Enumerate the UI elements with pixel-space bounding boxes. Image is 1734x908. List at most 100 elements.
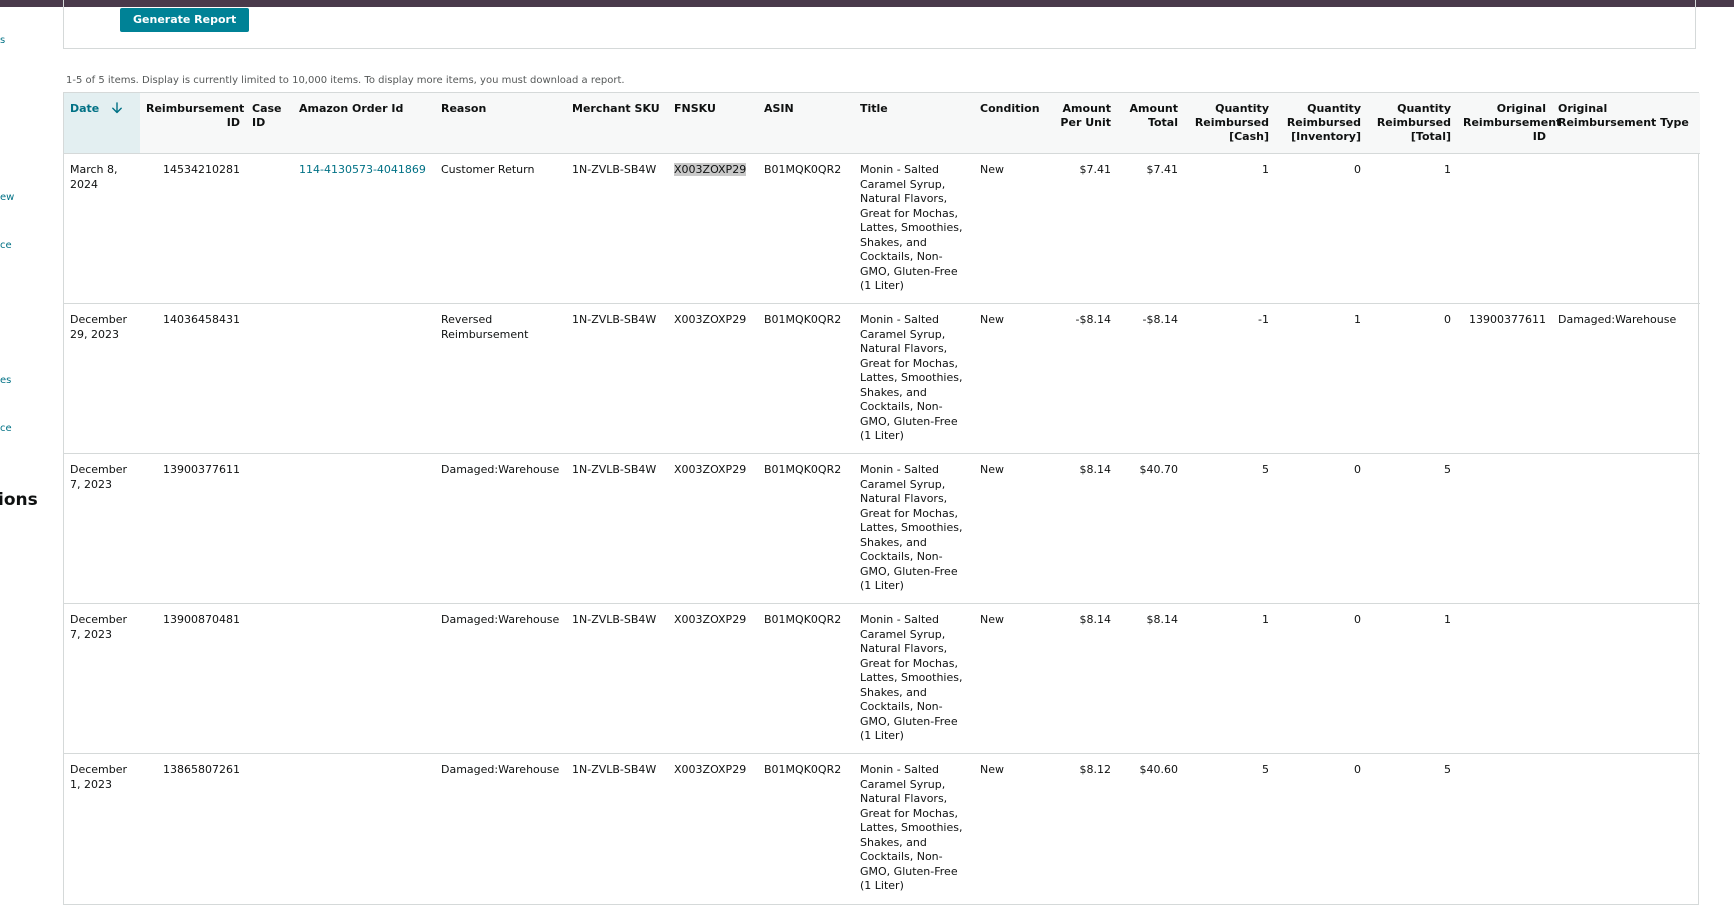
- cell-amount-total: $40.60: [1139, 763, 1179, 776]
- cell-amount-per-unit: $8.12: [1079, 763, 1112, 776]
- cell-amount-per-unit: $8.14: [1050, 453, 1117, 604]
- cell-asin: B01MQK0QR2: [758, 453, 854, 604]
- cell-original-reimbursement-id: [1457, 153, 1552, 304]
- cell-qty-inventory: 0: [1275, 453, 1367, 604]
- cell-merchant-sku: 1N-ZVLB-SB4W: [566, 303, 668, 454]
- column-header-original-reimbursement-id[interactable]: Original Reimbursement ID: [1457, 93, 1561, 154]
- table-header-row: Date Reimbursement ID Case ID Amazon Ord…: [64, 93, 1700, 154]
- cell-fnsku: X003ZOXP29: [674, 763, 747, 776]
- reimbursements-table: Date Reimbursement ID Case ID Amazon Ord…: [63, 92, 1700, 905]
- cell-asin: B01MQK0QR2: [758, 303, 854, 454]
- cell-amount-total: -$8.14: [1117, 303, 1184, 454]
- cell-original-reimbursement-type: [1552, 453, 1700, 604]
- cell-condition: New: [974, 303, 1050, 454]
- cell-fnsku: X003ZOXP29: [668, 453, 758, 604]
- cell-fnsku: X003ZOXP29: [668, 603, 758, 754]
- column-header-amount-per-unit[interactable]: Amount Per Unit: [1050, 93, 1117, 154]
- table-row: December 1, 2023 13865807261 Damaged:War…: [64, 754, 1700, 904]
- sidebar-link-fragment[interactable]: ce: [0, 423, 12, 434]
- column-header-qty-reimbursed-inventory[interactable]: Quantity Reimbursed [Inventory]: [1275, 93, 1367, 154]
- order-id-link[interactable]: 114-4130573-4041869: [293, 153, 435, 304]
- cell-amount-total: $7.41: [1117, 153, 1184, 304]
- cell-amount-total: $8.14: [1117, 603, 1184, 754]
- table-row: December 29, 2023 14036458431 Reversed R…: [64, 303, 1700, 454]
- cell-qty-cash: 1: [1184, 603, 1275, 754]
- sidebar-link-fragment[interactable]: ew: [0, 192, 14, 203]
- cell-qty-cash: 1: [1184, 153, 1275, 304]
- column-header-amount-total[interactable]: Amount Total: [1117, 93, 1184, 154]
- cell-amount-per-unit: $7.41: [1050, 153, 1117, 304]
- cell-amount-per-unit: $8.14: [1050, 603, 1117, 754]
- cell-date: December 29, 2023: [64, 303, 140, 454]
- column-header-label: Date: [70, 102, 100, 115]
- cell-reason: Damaged:Warehouse: [441, 763, 560, 776]
- cell-qty-total: 1: [1367, 603, 1457, 754]
- cell-qty-cash: -1: [1184, 303, 1275, 454]
- cell-amount-per-unit: -$8.14: [1050, 303, 1117, 454]
- cell-merchant-sku: 1N-ZVLB-SB4W: [566, 153, 668, 304]
- sidebar-link-fragment[interactable]: ce: [0, 240, 12, 251]
- cell-qty-total: 1: [1367, 153, 1457, 304]
- cell-amount-total: $40.70: [1117, 453, 1184, 604]
- cell-date: December 7, 2023: [64, 453, 140, 604]
- cell-reimbursement-id: 13900377611: [140, 453, 246, 604]
- sidebar-section-heading: ions: [0, 490, 38, 510]
- cell-asin: B01MQK0QR2: [764, 763, 842, 776]
- cell-reimbursement-id: 13900870481: [140, 603, 246, 754]
- cell-title: Monin - Salted Caramel Syrup, Natural Fl…: [854, 303, 974, 454]
- cell-reason: Customer Return: [435, 153, 566, 304]
- column-header-reason[interactable]: Reason: [435, 93, 566, 154]
- cell-original-reimbursement-type: Damaged:Warehouse: [1552, 303, 1700, 454]
- cell-title: Monin - Salted Caramel Syrup, Natural Fl…: [854, 453, 974, 604]
- column-header-qty-reimbursed-cash[interactable]: Quantity Reimbursed [Cash]: [1184, 93, 1275, 154]
- cell-qty-total: 0: [1367, 303, 1457, 454]
- cell-original-reimbursement-id: [1457, 453, 1552, 604]
- table-row: December 7, 2023 13900870481 Damaged:War…: [64, 603, 1700, 754]
- column-header-original-reimbursement-type[interactable]: Original Reimbursement Type: [1552, 93, 1700, 154]
- cell-reimbursement-id: 14036458431: [140, 303, 246, 454]
- cell-reimbursement-id: 13865807261: [163, 763, 240, 776]
- cell-qty-inventory: 0: [1275, 603, 1367, 754]
- cell-original-reimbursement-type: [1552, 153, 1700, 304]
- column-header-asin[interactable]: ASIN: [758, 93, 854, 154]
- column-header-date[interactable]: Date: [64, 93, 140, 154]
- column-header-title[interactable]: Title: [854, 93, 974, 154]
- cell-case-id: [246, 603, 293, 754]
- column-header-condition[interactable]: Condition: [974, 93, 1050, 154]
- cell-amazon-order-id: [293, 603, 435, 754]
- column-header-qty-reimbursed-total[interactable]: Quantity Reimbursed [Total]: [1367, 93, 1457, 154]
- column-header-reimbursement-id[interactable]: Reimbursement ID: [140, 93, 246, 154]
- column-header-merchant-sku[interactable]: Merchant SKU: [566, 93, 668, 154]
- cell-fnsku: X003ZOXP29: [668, 303, 758, 454]
- table-row: March 8, 2024 14534210281 114-4130573-40…: [64, 153, 1700, 304]
- sidebar-link-fragment[interactable]: s: [0, 35, 5, 46]
- cell-title: Monin - Salted Caramel Syrup, Natural Fl…: [854, 603, 974, 754]
- cell-condition: New: [980, 763, 1004, 776]
- cell-case-id: [246, 303, 293, 454]
- cell-qty-cash: 5: [1184, 453, 1275, 604]
- cell-original-reimbursement-type: [1552, 603, 1700, 754]
- cell-condition: New: [974, 603, 1050, 754]
- generate-report-button[interactable]: Generate Report: [120, 8, 250, 32]
- arrow-down-icon[interactable]: [111, 102, 123, 114]
- cell-qty-cash: 5: [1262, 763, 1269, 776]
- cell-original-reimbursement-id: 13900377611: [1457, 303, 1552, 454]
- sidebar-link-fragment[interactable]: es: [0, 375, 11, 386]
- cell-original-reimbursement-type: [1552, 754, 1700, 904]
- cell-asin: B01MQK0QR2: [758, 603, 854, 754]
- cell-merchant-sku: 1N-ZVLB-SB4W: [566, 453, 668, 604]
- cell-case-id: [246, 754, 293, 904]
- column-header-fnsku[interactable]: FNSKU: [668, 93, 758, 154]
- cell-original-reimbursement-id: [1457, 754, 1552, 904]
- cell-qty-total: 5: [1444, 763, 1451, 776]
- cell-reason: Damaged:Warehouse: [435, 453, 566, 604]
- column-header-amazon-order-id[interactable]: Amazon Order Id: [293, 93, 435, 154]
- cell-amazon-order-id: [293, 453, 435, 604]
- cell-reason: Reversed Reimbursement: [435, 303, 566, 454]
- cell-reimbursement-id: 14534210281: [140, 153, 246, 304]
- cell-date: December 7, 2023: [64, 603, 140, 754]
- cell-asin: B01MQK0QR2: [758, 153, 854, 304]
- cell-amazon-order-id: [293, 303, 435, 454]
- cell-case-id: [246, 153, 293, 304]
- column-header-case-id[interactable]: Case ID: [246, 93, 293, 154]
